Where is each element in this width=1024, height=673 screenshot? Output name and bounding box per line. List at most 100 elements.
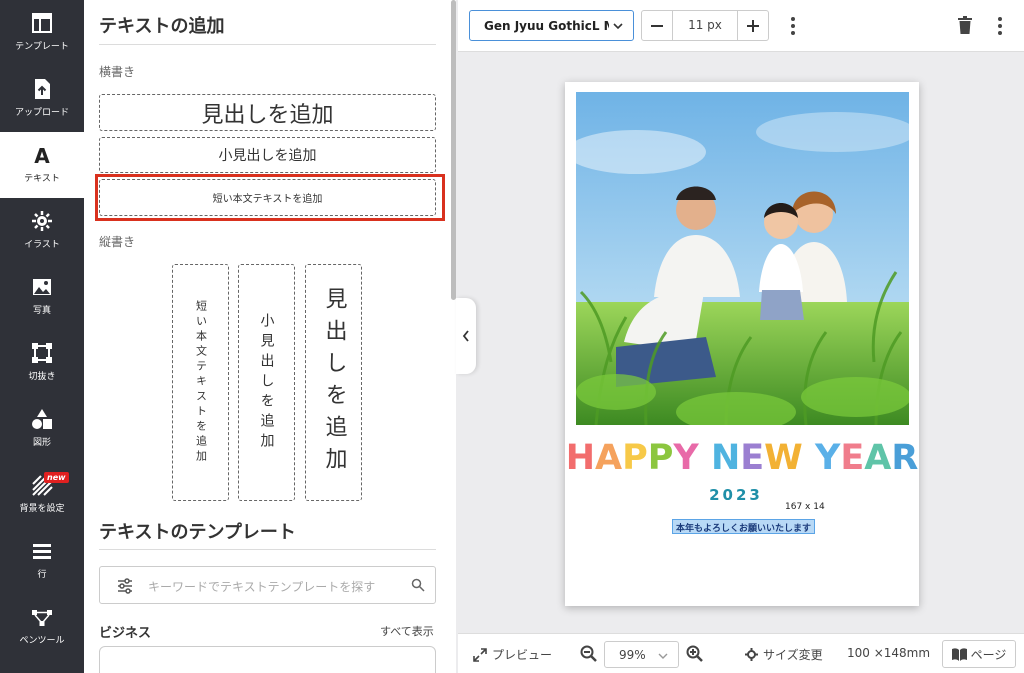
hny-letter: E: [740, 438, 765, 478]
left-tool-rail: テンプレート アップロード A テキスト イラスト 写真 切抜き 図形 new …: [0, 0, 84, 673]
trash-icon[interactable]: [958, 16, 972, 34]
zoom-out-icon[interactable]: [580, 645, 597, 662]
category-title: ビジネス: [99, 626, 152, 641]
zoom-in-icon[interactable]: [686, 645, 703, 662]
rail-label-photo: 写真: [32, 306, 51, 316]
add-vertical-body-text-button[interactable]: 短い本文テキストを追加: [172, 264, 229, 501]
chevron-down-icon: [658, 653, 668, 659]
add-vertical-heading-button[interactable]: 見出しを追加: [305, 264, 362, 501]
page-label: ページ: [970, 647, 1007, 662]
preview-button[interactable]: プレビュー: [473, 646, 552, 663]
rail-item-illustration[interactable]: イラスト: [0, 198, 84, 264]
rail-label-template: テンプレート: [15, 42, 69, 52]
rail-item-shapes[interactable]: 図形: [0, 396, 84, 462]
hny-letter: P: [647, 438, 674, 478]
illustration-icon: [32, 211, 52, 231]
divider: [99, 44, 436, 45]
new-badge: new: [44, 472, 69, 483]
template-card[interactable]: [99, 646, 436, 673]
font-size-value[interactable]: 11 px: [673, 18, 737, 32]
rail-label-text: テキスト: [24, 174, 60, 184]
add-vertical-subheading-button[interactable]: 小見出しを追加: [238, 264, 295, 501]
zoom-level-select[interactable]: 99%: [604, 641, 679, 668]
hny-letter: [699, 438, 711, 478]
svg-text:A: A: [34, 144, 50, 166]
pen-tool-icon: [32, 610, 52, 626]
divider: [99, 549, 436, 550]
crop-icon: [32, 343, 52, 363]
filter-icon[interactable]: [116, 577, 134, 595]
hny-letter: W: [764, 438, 803, 478]
hny-letter: R: [891, 438, 919, 478]
year-text[interactable]: 2023: [565, 486, 919, 504]
plus-icon: [747, 19, 759, 32]
templates-title: テキストのテンプレート: [99, 522, 296, 543]
zoom-level-value: 99%: [619, 648, 646, 662]
font-family-select[interactable]: Gen Jyuu GothicL Medium: [469, 10, 634, 41]
hny-letter: A: [864, 438, 892, 478]
rail-item-crop[interactable]: 切抜き: [0, 330, 84, 396]
selection-size-label: 167 x 14: [785, 502, 825, 512]
chevron-down-icon: [613, 23, 623, 30]
font-size-stepper: 11 px: [641, 10, 769, 41]
resize-button[interactable]: サイズ変更: [745, 646, 823, 663]
add-subheading-button[interactable]: 小見出しを追加: [99, 137, 436, 173]
rail-label-crop: 切抜き: [28, 372, 56, 382]
increase-font-size-button[interactable]: [737, 11, 768, 40]
hny-letter: Y: [673, 438, 699, 478]
rail-item-text[interactable]: A テキスト: [0, 132, 84, 198]
happy-new-year-text[interactable]: HAPPY NEW YEAR: [565, 438, 919, 478]
template-icon: [32, 13, 52, 33]
rail-item-background[interactable]: new 背景を設定: [0, 462, 84, 528]
rail-item-template[interactable]: テンプレート: [0, 0, 84, 66]
rows-icon: [33, 544, 51, 559]
hny-letter: [803, 438, 815, 478]
rail-label-rows: 行: [37, 570, 47, 580]
horizontal-writing-label: 横書き: [99, 65, 136, 79]
rail-label-background: 背景を設定: [19, 504, 65, 514]
hny-letter: P: [622, 438, 648, 478]
expand-icon: [473, 647, 487, 662]
minus-icon: [651, 24, 663, 27]
book-icon: [951, 647, 967, 661]
resize-label: サイズ変更: [763, 648, 823, 662]
rail-label-upload: アップロード: [14, 108, 69, 118]
decrease-font-size-button[interactable]: [642, 11, 673, 40]
family-photo-illustration: [576, 92, 909, 425]
collapse-panel-button[interactable]: [456, 298, 476, 374]
rail-item-photo[interactable]: 写真: [0, 264, 84, 330]
text-panel: テキストの追加 横書き 見出しを追加 小見出しを追加 短い本文テキストを追加 縦…: [84, 0, 456, 673]
more-options-icon[interactable]: [997, 17, 1003, 35]
paper-size-label: 100 ×148mm: [847, 646, 931, 660]
rail-item-upload[interactable]: アップロード: [0, 66, 84, 132]
search-placeholder: キーワードでテキストテンプレートを探す: [148, 580, 376, 594]
show-all-link[interactable]: すべて表示: [380, 623, 434, 639]
hny-letter: A: [595, 438, 623, 478]
rail-item-pen-tool[interactable]: ペンツール: [0, 594, 84, 660]
greeting-text-selected[interactable]: 本年もよろしくお願いいたします: [672, 519, 816, 534]
hny-letter: Y: [814, 438, 841, 478]
family-photo[interactable]: [576, 92, 909, 425]
gear-icon: [745, 648, 758, 661]
chevron-left-icon: [462, 330, 469, 342]
more-options-icon[interactable]: [790, 17, 796, 35]
postcard-canvas[interactable]: HAPPY NEW YEAR 2023 167 x 14 本年もよろしくお願いい…: [565, 82, 919, 606]
hny-letter: N: [710, 438, 741, 478]
page-button[interactable]: ページ: [942, 640, 1016, 668]
panel-title: テキストの追加: [99, 16, 225, 37]
highlight-frame: [95, 174, 445, 221]
bottom-bar: プレビュー 99% サイズ変更 100 ×148mm ページ: [458, 633, 1024, 673]
top-toolbar: Gen Jyuu GothicL Medium 11 px: [458, 0, 1024, 52]
rail-item-rows[interactable]: 行: [0, 528, 84, 594]
search-icon[interactable]: [411, 578, 425, 592]
preview-label: プレビュー: [492, 648, 553, 662]
add-heading-button[interactable]: 見出しを追加: [99, 94, 436, 131]
upload-icon: [35, 79, 50, 99]
vertical-writing-label: 縦書き: [99, 235, 136, 249]
panel-scrollbar[interactable]: [451, 0, 456, 300]
hny-letter: H: [565, 438, 595, 478]
photo-icon: [33, 279, 51, 295]
template-search-input[interactable]: キーワードでテキストテンプレートを探す: [99, 566, 436, 604]
rail-label-shapes: 図形: [32, 438, 51, 448]
rail-label-illustration: イラスト: [24, 240, 60, 250]
